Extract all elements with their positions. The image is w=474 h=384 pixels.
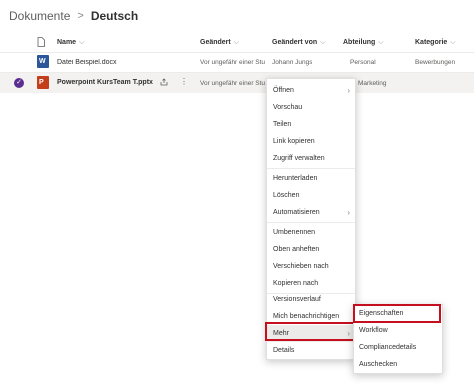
chevron-down-icon: ⌵ [320,39,326,46]
breadcrumb-root[interactable]: Dokumente [9,9,70,23]
chevron-down-icon: ⌵ [79,39,85,46]
menu-item-copy-link[interactable]: Link kopieren [267,133,355,150]
menu-item-open[interactable]: Öffnen › [267,82,355,99]
breadcrumb: Dokumente > Deutsch [9,9,138,23]
table-row[interactable]: W Datei Beispiel.docx Vor ungefähr einer… [0,52,474,73]
column-header-row: Name ⌵ Geändert ⌵ Geändert von ⌵ Abteilung ⌵… [0,32,474,53]
column-header-department[interactable]: Abteilung ⌵ [343,39,384,47]
modified-date: Vor ungefähr einer Stu... [200,59,265,66]
modified-by[interactable]: Johann Jungs [272,59,312,66]
file-type-icon[interactable] [37,37,45,49]
column-header-category[interactable]: Kategorie ⌵ [415,39,456,47]
menu-item-delete[interactable]: Löschen [267,187,355,204]
chevron-down-icon: ⌵ [378,39,384,46]
chevron-down-icon: ⌵ [450,39,456,46]
breadcrumb-separator: > [77,10,84,22]
menu-item-move-to[interactable]: Verschieben nach [267,258,355,275]
department: Marketing [358,80,387,87]
category: Bewerbungen [415,59,456,66]
menu-item-rename[interactable]: Umbenennen [267,224,355,241]
more-options-icon[interactable]: ⋮ [180,77,188,86]
highlight-box-more [265,322,355,341]
menu-item-details[interactable]: Details [267,342,355,359]
highlight-box-properties [353,304,441,323]
menu-divider [267,168,355,169]
table-row[interactable]: ✓ P Powerpoint KursTeam T.pptx ⋮ Vor ung… [0,73,474,93]
column-header-modified[interactable]: Geändert ⌵ [200,39,239,47]
department: Personal [350,59,376,66]
menu-item-manage-access[interactable]: Zugriff verwalten [267,150,355,167]
file-name[interactable]: Datei Beispiel.docx [57,59,117,66]
menu-item-share[interactable]: Teilen [267,116,355,133]
menu-item-automate[interactable]: Automatisieren › [267,204,355,221]
chevron-down-icon: ⌵ [233,39,240,46]
column-header-modified-by[interactable]: Geändert von ⌵ [272,39,325,47]
word-file-icon: W [37,55,49,68]
powerpoint-file-icon: P [37,76,49,89]
share-icon[interactable] [160,78,168,88]
menu-item-download[interactable]: Herunterladen [267,170,355,187]
chevron-right-icon: › [347,208,350,217]
file-name[interactable]: Powerpoint KursTeam T.pptx [57,79,153,86]
submenu-item-check-out[interactable]: Auschecken [354,356,442,373]
breadcrumb-current: Deutsch [90,9,139,23]
submenu-item-workflow[interactable]: Workflow [354,322,442,339]
menu-item-pin-to-top[interactable]: Oben anheften [267,241,355,258]
column-header-name[interactable]: Name ⌵ [57,39,84,47]
context-menu: Öffnen › Vorschau Teilen Link kopieren Zu… [266,78,356,360]
check-icon[interactable]: ✓ [14,78,24,88]
submenu-item-compliance-details[interactable]: Compliancedetails [354,339,442,356]
modified-date: Vor ungefähr einer Stu... [200,80,265,87]
menu-item-version-history[interactable]: Versionsverlauf [267,291,355,308]
chevron-right-icon: › [347,86,350,95]
menu-divider [267,222,355,223]
menu-item-preview[interactable]: Vorschau [267,99,355,116]
menu-item-copy-to[interactable]: Kopieren nach [267,275,355,292]
